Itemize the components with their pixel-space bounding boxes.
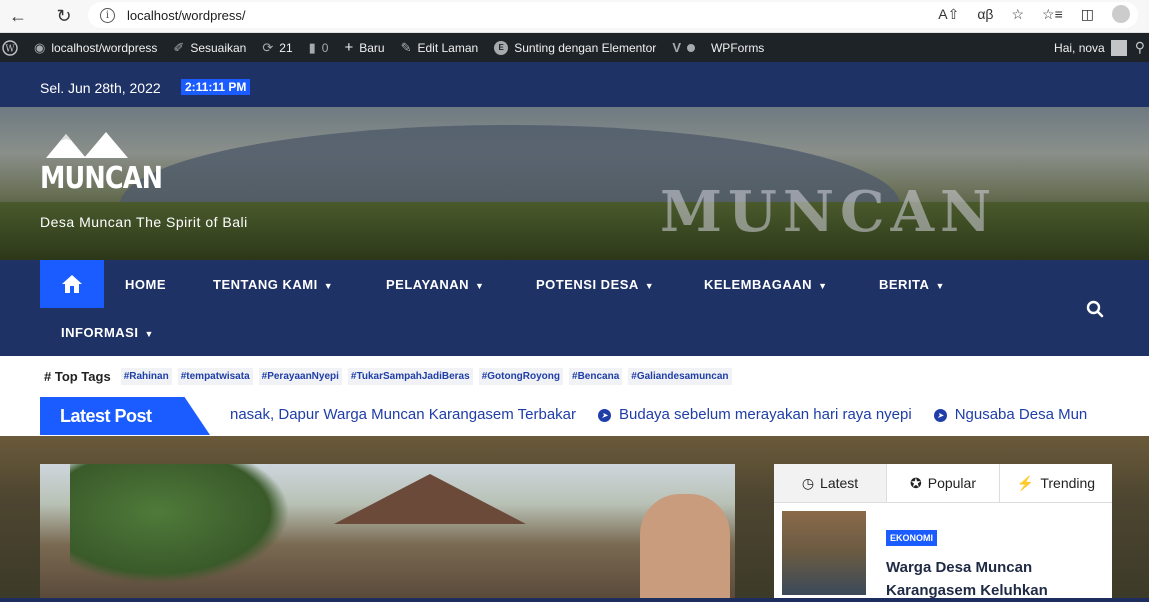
- tag-link[interactable]: #Bencana: [569, 367, 623, 385]
- fire-icon: ✪: [910, 474, 922, 491]
- site-tagline: Desa Muncan The Spirit of Bali: [40, 214, 248, 230]
- caret-down-icon: ▼: [475, 281, 485, 291]
- top-tags-bar: # Top Tags #Rahinan #tempatwisata #Peray…: [0, 356, 1149, 396]
- caret-down-icon: ▼: [144, 329, 154, 339]
- admin-site-link[interactable]: ◉ localhost/wordpress: [26, 33, 165, 62]
- updates-icon: ⟳: [262, 39, 274, 55]
- post-title-link[interactable]: Warga Desa Muncan Karangasem Keluhkan: [886, 556, 1096, 602]
- admin-wpforms-link[interactable]: WPForms: [703, 33, 772, 62]
- tab-popular[interactable]: ✪ Popular: [887, 464, 1000, 502]
- home-icon-button[interactable]: [40, 260, 104, 308]
- admin-search-icon[interactable]: ⚲: [1135, 39, 1149, 56]
- tag-link[interactable]: #TukarSampahJadiBeras: [347, 367, 473, 385]
- site-title[interactable]: MUNCAN: [40, 161, 163, 196]
- pencil-icon: ✎: [400, 39, 412, 55]
- translate-icon[interactable]: αβ: [977, 6, 993, 22]
- wordpress-logo-icon[interactable]: W: [0, 33, 26, 62]
- admin-account-menu[interactable]: Hai, nova ⚲: [1054, 33, 1149, 62]
- post-category-badge[interactable]: EKONOMI: [886, 530, 938, 546]
- yoast-icon: V: [672, 40, 681, 55]
- ticker-item[interactable]: nasak, Dapur Warga Muncan Karangasem Ter…: [230, 406, 576, 423]
- address-bar-actions: A⇧ αβ ☆ ☆≡ ◫: [938, 5, 1138, 23]
- browser-toolbar: ← ↻ i localhost/wordpress/ A⇧ αβ ☆ ☆≡ ◫: [0, 0, 1149, 33]
- elementor-icon: E: [494, 40, 509, 55]
- site-logo-icon[interactable]: [46, 130, 128, 158]
- current-time: 2:11:11 PM: [181, 79, 251, 95]
- nav-berita[interactable]: BERITA ▼: [879, 277, 945, 292]
- image-temple-roof: [334, 474, 526, 524]
- latest-post-label: Latest Post: [40, 397, 210, 435]
- date-bar: Sel. Jun 28th, 2022 2:11:11 PM: [0, 62, 1149, 107]
- current-date: Sel. Jun 28th, 2022: [40, 80, 161, 96]
- nav-kelembagaan[interactable]: KELEMBAGAAN ▼: [704, 277, 827, 292]
- tab-latest[interactable]: ◷ Latest: [774, 464, 887, 502]
- posts-tab-widget: ◷ Latest ✪ Popular ⚡ Trending EKONOMI Wa…: [774, 464, 1112, 599]
- post-thumbnail[interactable]: [782, 511, 866, 595]
- ticker-item[interactable]: ➤ Budaya sebelum merayakan hari raya nyep…: [598, 406, 912, 423]
- profile-icon[interactable]: [1112, 5, 1130, 23]
- bolt-icon: ⚡: [1016, 474, 1035, 491]
- admin-yoast-link[interactable]: V: [664, 33, 703, 62]
- admin-customize-link[interactable]: ✐ Sesuaikan: [165, 33, 254, 62]
- caret-down-icon: ▼: [644, 281, 655, 291]
- tag-link[interactable]: #Rahinan: [120, 367, 172, 385]
- nav-informasi[interactable]: INFORMASI ▼: [61, 325, 154, 340]
- address-bar[interactable]: i localhost/wordpress/ A⇧ αβ ☆ ☆≡ ◫: [88, 2, 1138, 28]
- info-icon[interactable]: i: [100, 7, 115, 23]
- admin-new-link[interactable]: + Baru: [336, 33, 392, 62]
- back-icon[interactable]: ←: [4, 2, 32, 30]
- dashboard-icon: ◉: [34, 39, 46, 55]
- wp-admin-bar: W ◉ localhost/wordpress ✐ Sesuaikan ⟳ 21…: [0, 33, 1149, 62]
- ticker-items: nasak, Dapur Warga Muncan Karangasem Ter…: [230, 406, 1109, 423]
- admin-elementor-link[interactable]: E Sunting dengan Elementor: [486, 33, 664, 62]
- banner-sign-text: MUNCAN: [660, 179, 998, 245]
- main-navigation: HOME TENTANG KAMI ▼ PELAYANAN ▼ POTENSI DE…: [0, 260, 1149, 356]
- favorite-add-icon[interactable]: ☆: [1011, 6, 1024, 23]
- admin-edit-page-link[interactable]: ✎ Edit Laman: [393, 33, 487, 62]
- svg-text:W: W: [5, 44, 15, 54]
- latest-post-ticker: Latest Post nasak, Dapur Warga Muncan Ka…: [0, 396, 1149, 436]
- search-icon[interactable]: [1086, 300, 1104, 318]
- nav-home[interactable]: HOME: [125, 277, 166, 292]
- tag-link[interactable]: #Galiandesamuncan: [628, 367, 732, 385]
- caret-down-icon: ▼: [935, 281, 945, 291]
- collections-icon[interactable]: ◫: [1081, 6, 1094, 23]
- admin-updates-link[interactable]: ⟳ 21: [254, 33, 300, 62]
- image-person: [640, 494, 730, 598]
- seo-status-dot-icon: [686, 43, 695, 52]
- favorites-icon[interactable]: ☆≡: [1042, 6, 1063, 23]
- comment-icon: ▮: [308, 39, 316, 55]
- nav-tentang-kami[interactable]: TENTANG KAMI ▼: [213, 277, 333, 292]
- brush-icon: ✐: [173, 39, 185, 55]
- home-icon: [62, 275, 82, 293]
- avatar: [1110, 39, 1127, 56]
- arrow-circle-icon: ➤: [933, 409, 947, 422]
- tag-link[interactable]: #PerayaanNyepi: [258, 367, 342, 385]
- read-aloud-icon[interactable]: A⇧: [938, 6, 959, 23]
- tag-link[interactable]: #GotongRoyong: [478, 367, 564, 385]
- featured-post-image[interactable]: [40, 464, 735, 598]
- ticker-item[interactable]: ➤ Ngusaba Desa Mun: [933, 406, 1087, 423]
- caret-down-icon: ▼: [323, 281, 334, 291]
- header-banner: MUNCAN MUNCAN Desa Muncan The Spirit of …: [0, 107, 1149, 260]
- tab-trending[interactable]: ⚡ Trending: [1000, 464, 1112, 502]
- caret-down-icon: ▼: [818, 281, 828, 291]
- plus-icon: +: [344, 39, 354, 56]
- clock-icon: ◷: [801, 474, 815, 491]
- top-tags-label: # Top Tags: [44, 368, 111, 384]
- arrow-circle-icon: ➤: [598, 409, 612, 422]
- url-text: localhost/wordpress/: [127, 7, 246, 23]
- tag-link[interactable]: #tempatwisata: [177, 367, 253, 385]
- nav-potensi-desa[interactable]: POTENSI DESA ▼: [536, 277, 654, 292]
- widget-tabs: ◷ Latest ✪ Popular ⚡ Trending: [774, 464, 1112, 503]
- reload-icon[interactable]: ↻: [50, 2, 78, 30]
- nav-pelayanan[interactable]: PELAYANAN ▼: [386, 277, 484, 292]
- image-tree: [70, 464, 290, 584]
- admin-comments-link[interactable]: ▮ 0: [301, 33, 337, 62]
